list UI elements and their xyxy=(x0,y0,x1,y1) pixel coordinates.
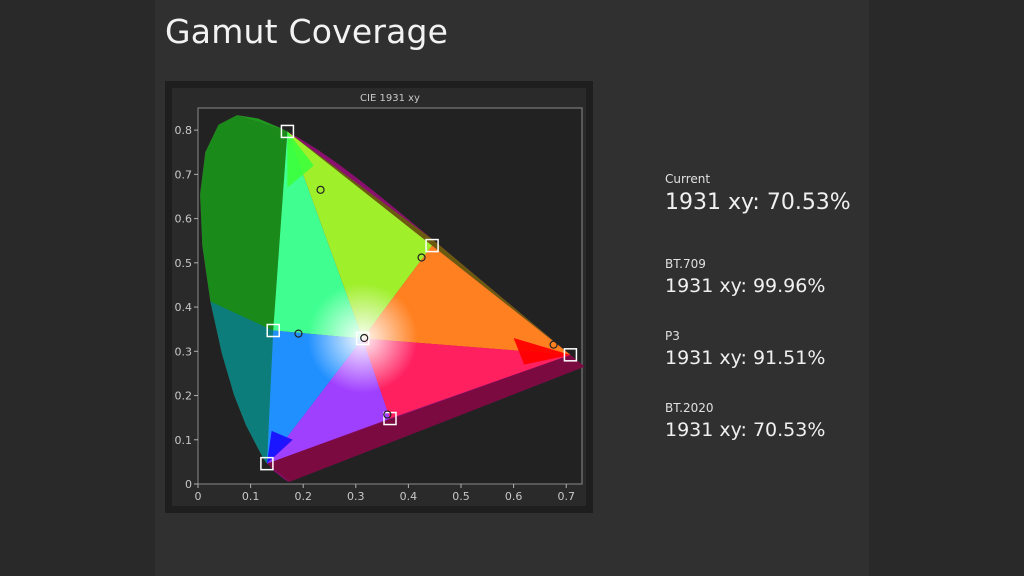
stat-current-value: 1931 xy: 70.53% xyxy=(665,190,851,215)
stat-current-label: Current xyxy=(665,172,711,186)
y-tick-label: 0.6 xyxy=(175,213,193,226)
background-left xyxy=(0,0,155,576)
x-tick-label: 0.4 xyxy=(400,490,418,503)
chart-frame: 0 0.1 0.2 0.3 0.4 0.5 0.6 0.7 0 0.1 0.2 0.3 0.4 0.5 0.… xyxy=(165,81,593,513)
chart-inner: 0 0.1 0.2 0.3 0.4 0.5 0.6 0.7 0 0.1 0.2 0.3 0.4 0.5 0.… xyxy=(172,88,586,506)
stat-current: Current 1931 xy: 70.53% xyxy=(665,172,851,215)
chart-title: CIE 1931 xy xyxy=(360,93,420,104)
stat-p3: P3 1931 xy: 91.51% xyxy=(665,329,825,369)
x-tick-label: 0.1 xyxy=(242,490,259,503)
y-tick-label: 0.4 xyxy=(175,301,193,314)
x-tick-label: 0 xyxy=(195,490,202,503)
background-right xyxy=(869,0,1024,576)
y-tick-label: 0.7 xyxy=(175,168,193,181)
stat-bt2020: BT.2020 1931 xy: 70.53% xyxy=(665,401,825,441)
stat-p3-label: P3 xyxy=(665,329,680,343)
stat-bt709-value: 1931 xy: 99.96% xyxy=(665,275,826,297)
y-tick-label: 0.3 xyxy=(175,345,193,358)
y-tick-label: 0.8 xyxy=(175,124,193,137)
y-tick-label: 0.5 xyxy=(175,257,193,270)
x-tick-label: 0.6 xyxy=(505,490,523,503)
y-tick-label: 0.2 xyxy=(175,390,193,403)
stat-bt709-label: BT.709 xyxy=(665,257,706,271)
y-tick-label: 0 xyxy=(185,478,192,491)
white-point-glow xyxy=(307,283,418,394)
stat-bt2020-value: 1931 xy: 70.53% xyxy=(665,419,826,441)
x-tick-label: 0.7 xyxy=(557,490,575,503)
x-tick-label: 0.2 xyxy=(294,490,312,503)
stat-bt2020-label: BT.2020 xyxy=(665,401,714,415)
x-tick-label: 0.3 xyxy=(347,490,365,503)
y-tick-label: 0.1 xyxy=(175,434,193,447)
cie-chromaticity-chart: 0 0.1 0.2 0.3 0.4 0.5 0.6 0.7 0 0.1 0.2 0.3 0.4 0.5 0.… xyxy=(175,93,585,503)
x-tick-label: 0.5 xyxy=(452,490,470,503)
page-title: Gamut Coverage xyxy=(165,12,449,51)
stat-p3-value: 1931 xy: 91.51% xyxy=(665,347,826,369)
stat-bt709: BT.709 1931 xy: 99.96% xyxy=(665,257,825,297)
